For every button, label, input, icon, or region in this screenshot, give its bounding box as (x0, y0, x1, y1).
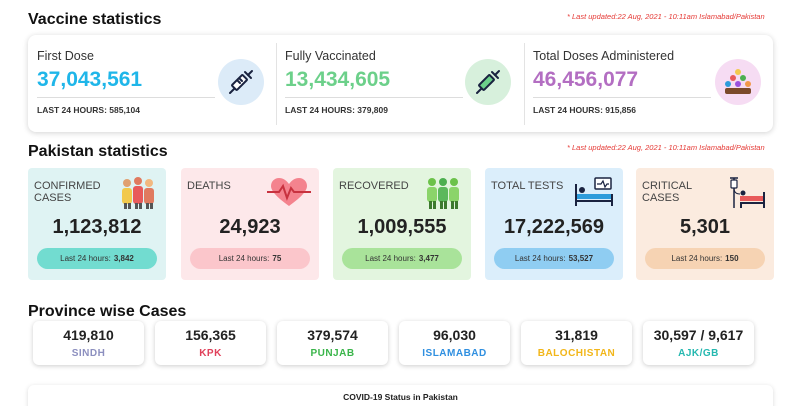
pakistan-section-title: Pakistan statistics (28, 143, 168, 160)
critical-cases-label: CRITICAL CASES (642, 180, 692, 204)
recovered-card: RECOVERED 1,009,555 Last 24 hours: 3,477 (333, 168, 471, 280)
province-name: SINDH (71, 348, 106, 359)
deaths-card: DEATHS 24,923 Last 24 hours: 75 (181, 168, 319, 280)
first-dose-last24: LAST 24 HOURS: 585,104 (37, 105, 140, 115)
vaccine-card: First Dose 37,043,561 LAST 24 HOURS: 585… (28, 35, 773, 132)
total-tests-value: 17,222,569 (503, 216, 605, 238)
fully-vaccinated-label: Fully Vaccinated (285, 49, 376, 63)
last24-value: 53,527 (568, 254, 594, 263)
critical-cases-card: CRITICAL CASES 5,301 Last 24 hours: 150 (636, 168, 774, 280)
total-tests-card: TOTAL TESTS 17,222,569 Last 24 hours: 53… (485, 168, 623, 280)
pakistan-last-updated: * Last updated:22 Aug, 2021 - 10:11am Is… (567, 143, 765, 152)
recovered-label: RECOVERED (339, 180, 409, 192)
total-tests-last24: Last 24 hours: 53,527 (494, 248, 614, 269)
deaths-label: DEATHS (187, 180, 231, 192)
syringe-icon (465, 59, 511, 105)
last24-label: Last 24 hours: (365, 254, 416, 263)
confirmed-cases-value: 1,123,812 (52, 216, 142, 238)
critical-cases-value: 5,301 (679, 216, 731, 238)
province-card-islamabad: 96,030 ISLAMABAD (399, 321, 510, 365)
confirmed-cases-label: CONFIRMED CASES (34, 180, 101, 204)
province-card-sindh: 419,810 SINDH (33, 321, 144, 365)
divider (285, 97, 463, 98)
province-name: ISLAMABAD (422, 348, 487, 359)
iv-bed-icon (726, 176, 766, 215)
province-section-title: Province wise Cases (28, 303, 187, 320)
fully-vaccinated-value: 13,434,605 (285, 68, 391, 91)
province-name: AJK/GB (678, 348, 719, 359)
total-doses-column: Total Doses Administered 46,456,077 LAST… (524, 35, 773, 132)
province-value: 156,365 (185, 327, 236, 343)
deaths-value: 24,923 (219, 216, 281, 238)
province-name: BALOCHISTAN (537, 348, 616, 359)
province-name: KPK (199, 348, 222, 359)
deaths-last24: Last 24 hours: 75 (190, 248, 310, 269)
status-card-title: COVID-19 Status in Pakistan (343, 392, 458, 402)
province-value: 31,819 (555, 327, 598, 343)
total-doses-value: 46,456,077 (533, 68, 639, 91)
family-icon (118, 176, 158, 215)
last24-label: Last 24 hours: (218, 254, 270, 263)
people-group-icon (715, 59, 761, 105)
first-dose-column: First Dose 37,043,561 LAST 24 HOURS: 585… (28, 35, 276, 132)
province-card-balochistan: 31,819 BALOCHISTAN (521, 321, 632, 365)
last24-value: 3,477 (418, 254, 439, 263)
last24-label: Last 24 hours: (60, 254, 111, 263)
vaccine-last-updated: * Last updated:22 Aug, 2021 - 10:11am Is… (567, 12, 765, 21)
total-tests-label: TOTAL TESTS (491, 180, 564, 192)
critical-cases-last24: Last 24 hours: 150 (645, 248, 765, 269)
hospital-bed-icon (573, 176, 615, 213)
first-dose-value: 37,043,561 (37, 68, 143, 91)
last24-value: 75 (272, 254, 282, 263)
recovered-last24: Last 24 hours: 3,477 (342, 248, 462, 269)
province-value: 419,810 (63, 327, 114, 343)
last24-value: 150 (725, 254, 739, 263)
fully-vaccinated-last24: LAST 24 HOURS: 379,809 (285, 105, 388, 115)
fully-vaccinated-column: Fully Vaccinated 13,434,605 LAST 24 HOUR… (276, 35, 524, 132)
confirmed-cases-last24: Last 24 hours: 3,842 (37, 248, 157, 269)
province-card-ajk-gb: 30,597 / 9,617 AJK/GB (643, 321, 754, 365)
status-card: COVID-19 Status in Pakistan (28, 385, 773, 406)
province-card-kpk: 156,365 KPK (155, 321, 266, 365)
province-name: PUNJAB (310, 348, 355, 359)
last24-label: Last 24 hours: (671, 254, 723, 263)
first-dose-label: First Dose (37, 49, 94, 63)
syringe-icon (218, 59, 264, 105)
last24-value: 3,842 (113, 254, 134, 263)
province-value: 96,030 (433, 327, 476, 343)
total-doses-last24: LAST 24 HOURS: 915,856 (533, 105, 636, 115)
recovered-value: 1,009,555 (357, 216, 447, 238)
province-value: 30,597 / 9,617 (653, 327, 744, 343)
divider (533, 97, 711, 98)
last24-label: Last 24 hours: (514, 254, 566, 263)
vaccine-section-title: Vaccine statistics (28, 11, 162, 28)
province-card-punjab: 379,574 PUNJAB (277, 321, 388, 365)
confirmed-cases-card: CONFIRMED CASES 1,123,812 Last 24 hours:… (28, 168, 166, 280)
heartbeat-icon (267, 176, 311, 215)
total-doses-label: Total Doses Administered (533, 49, 675, 63)
people-icon (423, 176, 463, 215)
divider (37, 97, 215, 98)
province-value: 379,574 (307, 327, 358, 343)
